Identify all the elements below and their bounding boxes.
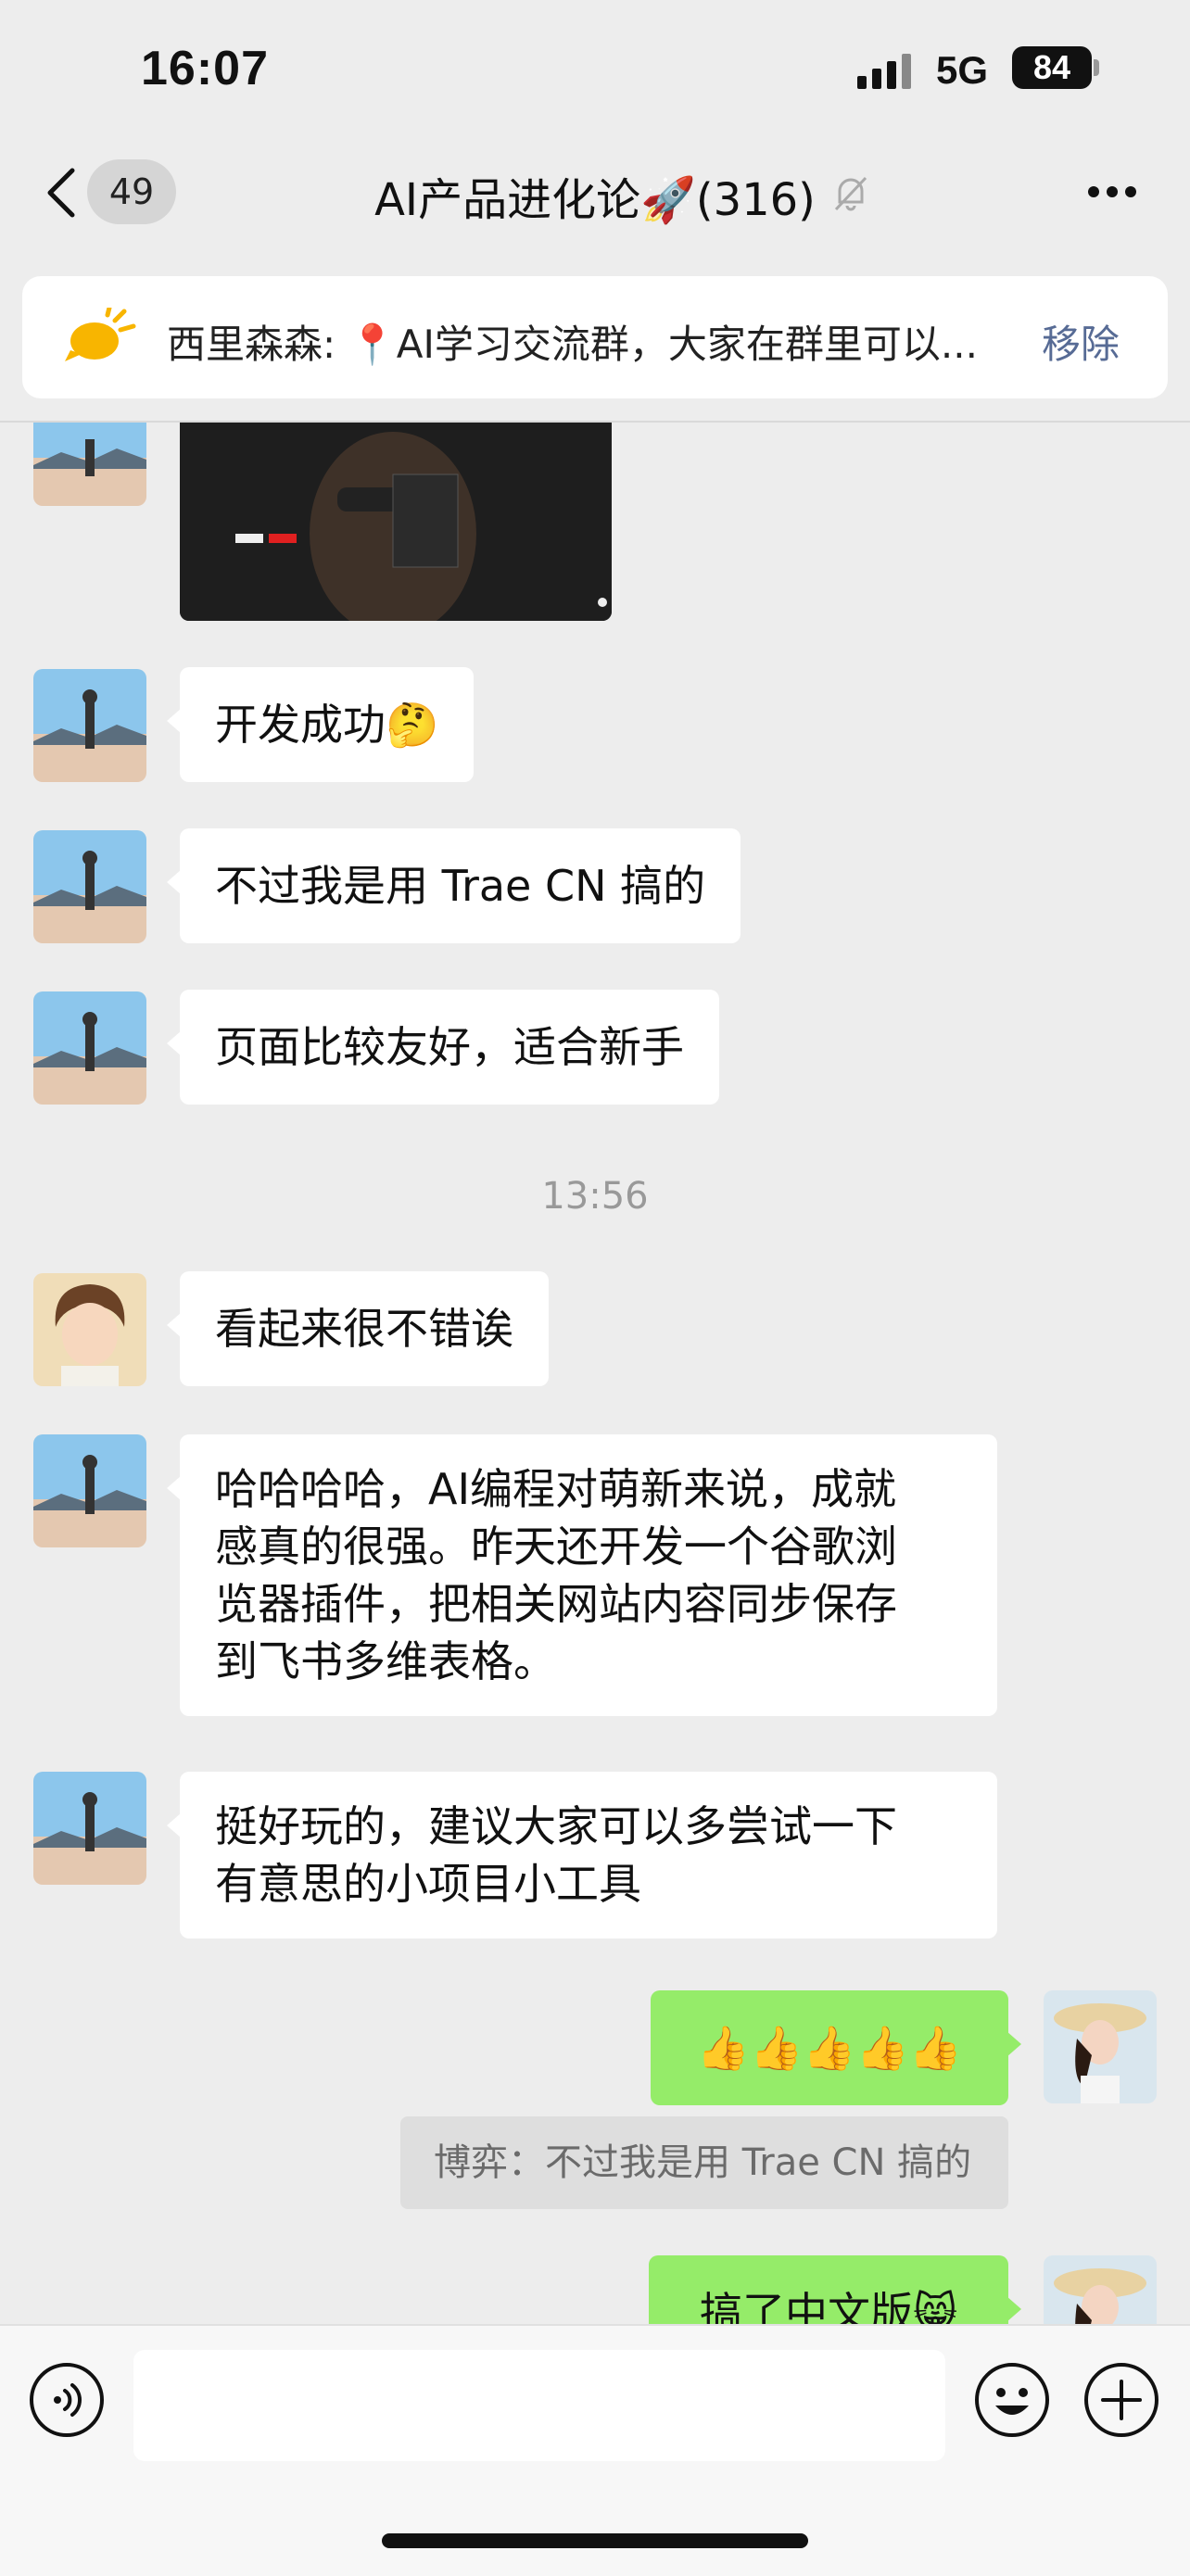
signal-icon bbox=[857, 54, 911, 89]
megaphone-icon bbox=[65, 308, 136, 361]
avatar[interactable] bbox=[33, 669, 146, 782]
remove-pinned-button[interactable]: 移除 bbox=[1042, 313, 1120, 370]
avatar[interactable] bbox=[33, 1434, 146, 1547]
message-line: 感真的很强。昨天还开发一个谷歌浏 bbox=[215, 1522, 897, 1572]
avatar[interactable] bbox=[33, 991, 146, 1105]
avatar[interactable] bbox=[33, 1273, 146, 1386]
voice-icon[interactable] bbox=[28, 2361, 106, 2439]
message-bubble: 哈哈哈哈，AI编程对萌新来说，成就 感真的很强。昨天还开发一个谷歌浏 览器插件，… bbox=[167, 1434, 997, 1716]
message-line: 有意思的小项目小工具 bbox=[215, 1859, 641, 1909]
home-indicator bbox=[382, 2533, 808, 2548]
timestamp: 13:56 bbox=[541, 1175, 649, 1218]
avatar[interactable] bbox=[33, 1772, 146, 1885]
message-bubble: 看起来很不错诶 bbox=[167, 1271, 549, 1386]
message-bubble: 开发成功🤔 bbox=[166, 667, 475, 782]
message-input[interactable] bbox=[133, 2350, 945, 2461]
message-line: 到飞书多维表格。 bbox=[215, 1636, 556, 1686]
status-time: 16:07 bbox=[141, 42, 269, 95]
message-bubble: 页面比较友好，适合新手 bbox=[167, 990, 719, 1105]
network-label: 5G bbox=[936, 48, 989, 92]
battery-tip bbox=[1094, 59, 1099, 76]
own-avatar[interactable] bbox=[1044, 1990, 1157, 2103]
message-bubble: 不过我是用 Trae CN 搞的 bbox=[166, 828, 741, 943]
own-message-bubble: 👍👍👍👍👍 bbox=[651, 1990, 1021, 2105]
chat-title: AI产品进化论🚀(316) bbox=[374, 174, 816, 226]
pinned-notice[interactable]: 西里森森: 📍AI学习交流群，大家在群里可以... 移除 bbox=[22, 276, 1168, 398]
pinned-notice-text: 西里森森: 📍AI学习交流群，大家在群里可以... bbox=[167, 322, 978, 367]
more-dots-icon[interactable] bbox=[1086, 183, 1138, 200]
chevron-left-icon[interactable] bbox=[41, 165, 82, 221]
message-line: 哈哈哈哈，AI编程对萌新来说，成就 bbox=[215, 1464, 897, 1514]
quoted-message[interactable]: 博弈：不过我是用 Trae CN 搞的 bbox=[400, 2116, 1008, 2209]
message-bubble: 挺好玩的，建议大家可以多尝试一下 有意思的小项目小工具 bbox=[167, 1772, 997, 1938]
unread-count-badge[interactable]: 49 bbox=[87, 159, 176, 224]
emoji-icon[interactable] bbox=[973, 2361, 1051, 2439]
bell-slash-icon bbox=[834, 176, 867, 211]
avatar[interactable] bbox=[33, 423, 146, 506]
message-line: 览器插件，把相关网站内容同步保存 bbox=[215, 1579, 897, 1629]
plus-icon[interactable] bbox=[1082, 2361, 1160, 2439]
avatar[interactable] bbox=[33, 830, 146, 943]
message-line: 挺好玩的，建议大家可以多尝试一下 bbox=[215, 1801, 897, 1851]
battery-indicator: 84 bbox=[1012, 46, 1092, 89]
own-avatar[interactable] bbox=[1044, 2255, 1157, 2324]
video-thumbnail[interactable] bbox=[180, 423, 612, 621]
